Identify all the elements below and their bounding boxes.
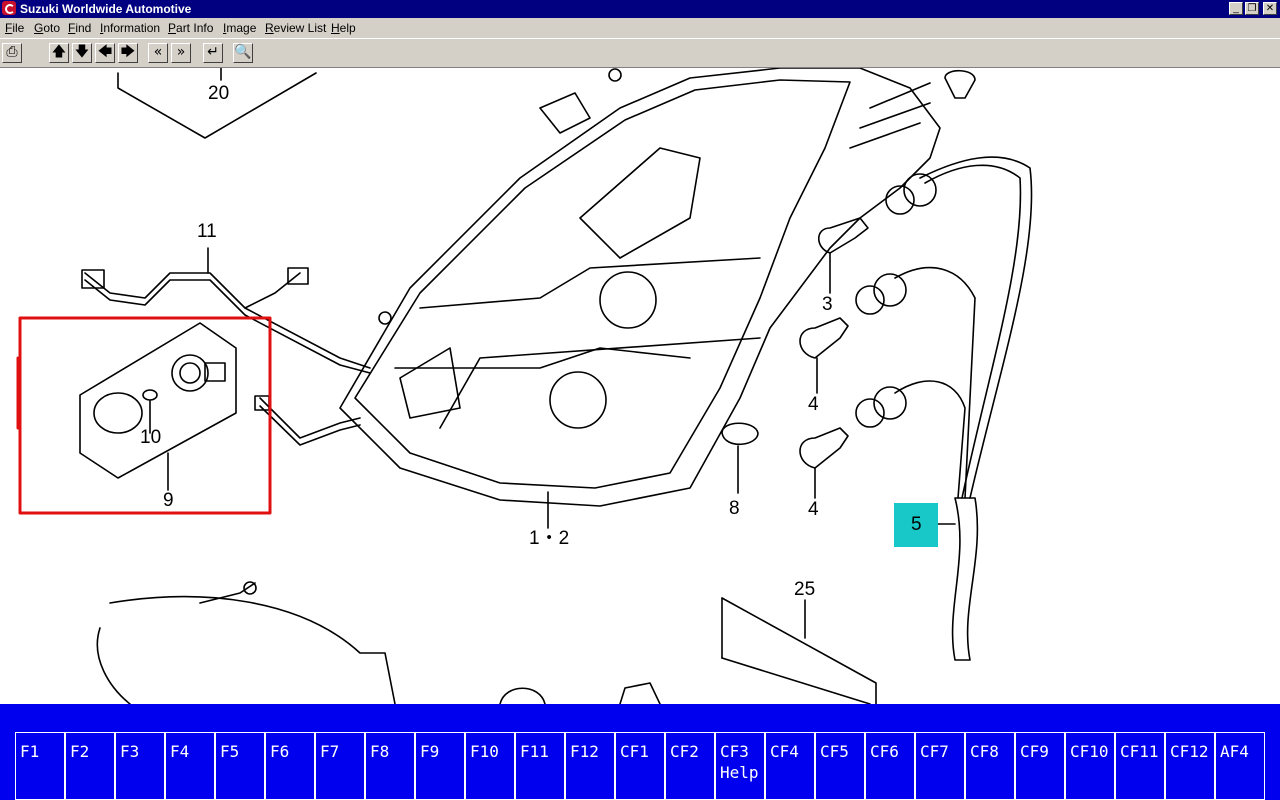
- fkey-f6[interactable]: F6: [265, 732, 315, 800]
- fkey-f8[interactable]: F8: [365, 732, 415, 800]
- fkey-cf4[interactable]: CF4: [765, 732, 815, 800]
- title-bar: Suzuki Worldwide Automotive _ ❐ ✕: [0, 0, 1280, 18]
- fkey-cf6[interactable]: CF6: [865, 732, 915, 800]
- fkey-f3[interactable]: F3: [115, 732, 165, 800]
- fkey-f7[interactable]: F7: [315, 732, 365, 800]
- menu-information[interactable]: Information: [100, 21, 160, 35]
- fkey-f4[interactable]: F4: [165, 732, 215, 800]
- close-button[interactable]: ✕: [1263, 2, 1277, 15]
- fkey-cf1[interactable]: CF1: [615, 732, 665, 800]
- fkey-cf8[interactable]: CF8: [965, 732, 1015, 800]
- menu-bar: File Goto Find Information Part Info Ima…: [0, 18, 1280, 39]
- callout-9[interactable]: 9: [163, 491, 174, 511]
- menu-review-list[interactable]: Review List: [265, 21, 326, 35]
- callout-5-highlighted[interactable]: 5: [894, 503, 938, 547]
- fkey-cf9[interactable]: CF9: [1015, 732, 1065, 800]
- arrow-down-icon[interactable]: 🡇: [72, 43, 92, 63]
- fkey-cf12[interactable]: CF12: [1165, 732, 1215, 800]
- callout-3[interactable]: 3: [822, 295, 833, 315]
- fkey-cf3-help[interactable]: CF3 Help: [715, 732, 765, 800]
- fkey-cf11[interactable]: CF11: [1115, 732, 1165, 800]
- enter-icon[interactable]: ↵: [203, 43, 223, 63]
- arrow-left-icon[interactable]: 🡄: [95, 43, 115, 63]
- fkey-f11[interactable]: F11: [515, 732, 565, 800]
- fkey-cf5[interactable]: CF5: [815, 732, 865, 800]
- callout-25[interactable]: 25: [794, 580, 815, 600]
- previous-page-icon[interactable]: «: [148, 43, 168, 63]
- menu-part-info[interactable]: Part Info: [168, 21, 213, 35]
- callout-1-2[interactable]: 1・2: [529, 529, 569, 549]
- menu-find[interactable]: Find: [68, 21, 91, 35]
- diagram-drawing: [16, 68, 1033, 704]
- fkey-f2[interactable]: F2: [65, 732, 115, 800]
- fkey-af4[interactable]: AF4: [1215, 732, 1265, 800]
- fkey-cf2[interactable]: CF2: [665, 732, 715, 800]
- fkey-f10[interactable]: F10: [465, 732, 515, 800]
- callout-8[interactable]: 8: [729, 499, 740, 519]
- app-logo-icon: [2, 1, 16, 15]
- arrow-right-icon[interactable]: 🡆: [118, 43, 138, 63]
- minimize-button[interactable]: _: [1229, 2, 1243, 15]
- search-icon[interactable]: 🔍: [233, 43, 253, 63]
- window-title: Suzuki Worldwide Automotive: [20, 2, 192, 16]
- menu-file[interactable]: File: [5, 21, 24, 35]
- menu-image[interactable]: Image: [223, 21, 256, 35]
- callout-4a[interactable]: 4: [808, 395, 819, 415]
- restore-button[interactable]: ❐: [1245, 2, 1259, 15]
- fkey-f5[interactable]: F5: [215, 732, 265, 800]
- callout-4b[interactable]: 4: [808, 500, 819, 520]
- parts-diagram[interactable]: 20 11 10 9 3 4 4 8 1・2 5 25: [0, 68, 1280, 704]
- callout-11[interactable]: 11: [197, 222, 217, 242]
- fkey-cf7[interactable]: CF7: [915, 732, 965, 800]
- function-key-bar: F1 F2 F3 F4 F5 F6 F7 F8 F9 F10 F11 F12 C…: [0, 704, 1280, 800]
- callout-20[interactable]: 20: [208, 84, 229, 104]
- toolbar: ⎙ 🡅 🡇 🡄 🡆 « » ↵ 🔍: [0, 39, 1280, 69]
- menu-goto[interactable]: Goto: [34, 21, 60, 35]
- next-page-icon[interactable]: »: [171, 43, 191, 63]
- menu-help[interactable]: Help: [331, 21, 356, 35]
- arrow-up-icon[interactable]: 🡅: [49, 43, 69, 63]
- fkey-f12[interactable]: F12: [565, 732, 615, 800]
- print-icon[interactable]: ⎙: [2, 43, 22, 63]
- fkey-f1[interactable]: F1: [15, 732, 65, 800]
- fkey-cf10[interactable]: CF10: [1065, 732, 1115, 800]
- callout-10[interactable]: 10: [140, 428, 161, 448]
- fkey-f9[interactable]: F9: [415, 732, 465, 800]
